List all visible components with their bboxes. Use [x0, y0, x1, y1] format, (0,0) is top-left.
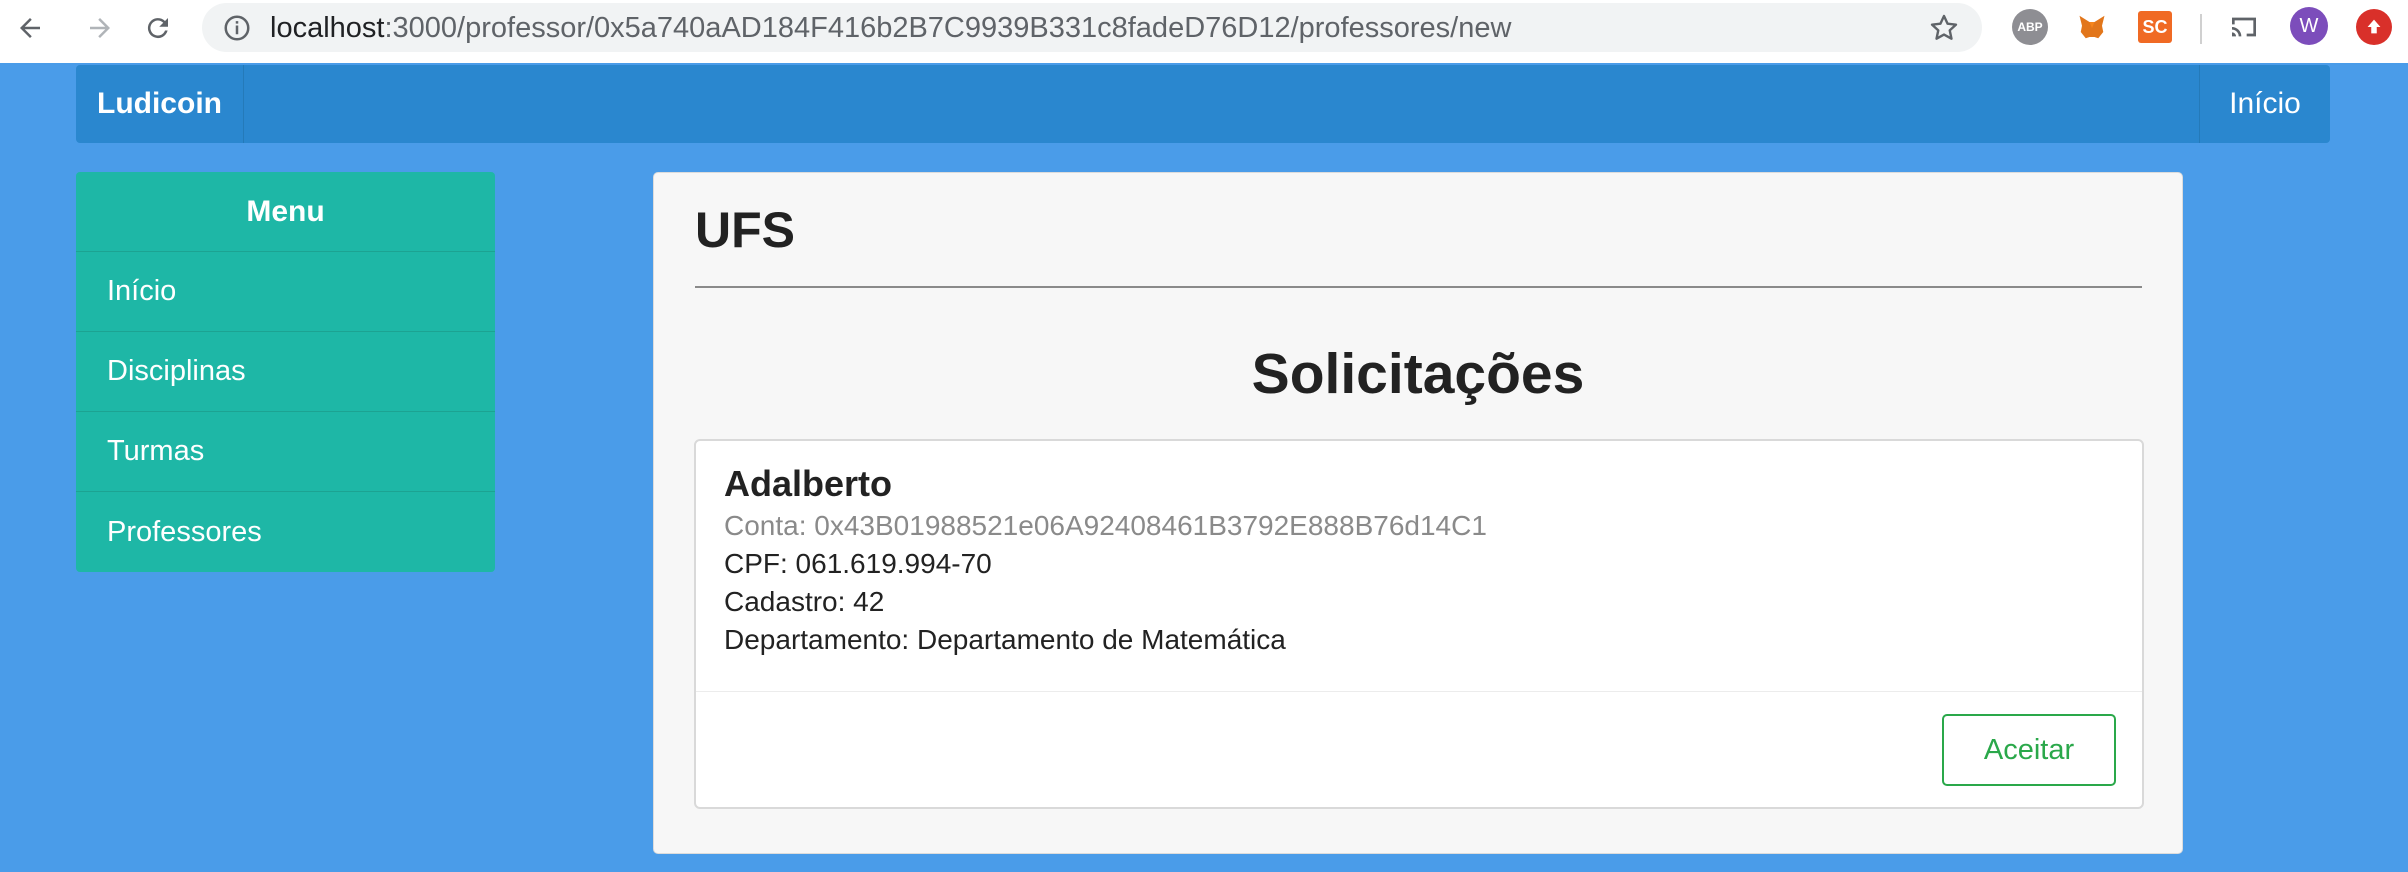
toolbar-divider	[2200, 14, 2202, 44]
main-panel: UFS Solicitações Adalberto Conta: 0x43B0…	[653, 172, 2183, 854]
request-card: Adalberto Conta: 0x43B01988521e06A924084…	[694, 439, 2144, 809]
forward-arrow-icon[interactable]	[80, 8, 120, 48]
site-info-icon[interactable]	[222, 13, 252, 43]
app-navbar: Ludicoin Início	[76, 65, 2330, 143]
sc-extension-icon[interactable]: SC	[2138, 11, 2172, 43]
address-bar[interactable]: localhost:3000/professor/0x5a740aAD184F4…	[202, 3, 1982, 52]
url-host: localhost	[270, 12, 385, 44]
requester-name: Adalberto	[724, 463, 893, 504]
bookmark-star-icon[interactable]	[1928, 12, 1960, 44]
sidebar-item-disciplinas[interactable]: Disciplinas	[76, 332, 495, 412]
requester-department: Departamento: Departamento de Matemática	[724, 624, 1286, 655]
profile-avatar[interactable]: W	[2290, 7, 2328, 45]
sidebar-item-professores[interactable]: Professores	[76, 492, 495, 572]
browser-toolbar: localhost:3000/professor/0x5a740aAD184F4…	[0, 0, 2408, 63]
sidebar-menu: Menu Início Disciplinas Turmas Professor…	[76, 172, 495, 572]
section-title: Solicitações	[1251, 342, 1585, 406]
back-arrow-icon[interactable]	[10, 8, 50, 48]
reload-icon[interactable]	[138, 8, 178, 48]
sidebar-item-inicio[interactable]: Início	[76, 252, 495, 332]
sidebar-item-turmas[interactable]: Turmas	[76, 412, 495, 492]
requester-registration: Cadastro: 42	[724, 586, 885, 617]
nav-home-link[interactable]: Início	[2199, 65, 2330, 143]
update-arrow-icon[interactable]	[2356, 9, 2392, 45]
menu-title: Menu	[76, 172, 495, 252]
adblock-extension-icon[interactable]: ABP	[2012, 9, 2048, 45]
page-title: UFS	[695, 202, 795, 258]
accept-button[interactable]: Aceitar	[1942, 714, 2116, 786]
requester-account: Conta: 0x43B01988521e06A92408461B3792E88…	[724, 510, 1487, 541]
request-card-footer: Aceitar	[696, 691, 2142, 807]
url-text[interactable]: localhost:3000/professor/0x5a740aAD184F4…	[270, 12, 1511, 44]
url-path: :3000/professor/0x5a740aAD184F416b2B7C99…	[384, 12, 1512, 44]
brand-logo[interactable]: Ludicoin	[76, 65, 244, 143]
cast-icon[interactable]	[2226, 9, 2262, 45]
request-card-body: Adalberto Conta: 0x43B01988521e06A924084…	[724, 461, 1487, 659]
title-divider	[695, 286, 2142, 288]
metamask-fox-icon[interactable]	[2074, 9, 2110, 45]
requester-cpf: CPF: 061.619.994-70	[724, 548, 992, 579]
